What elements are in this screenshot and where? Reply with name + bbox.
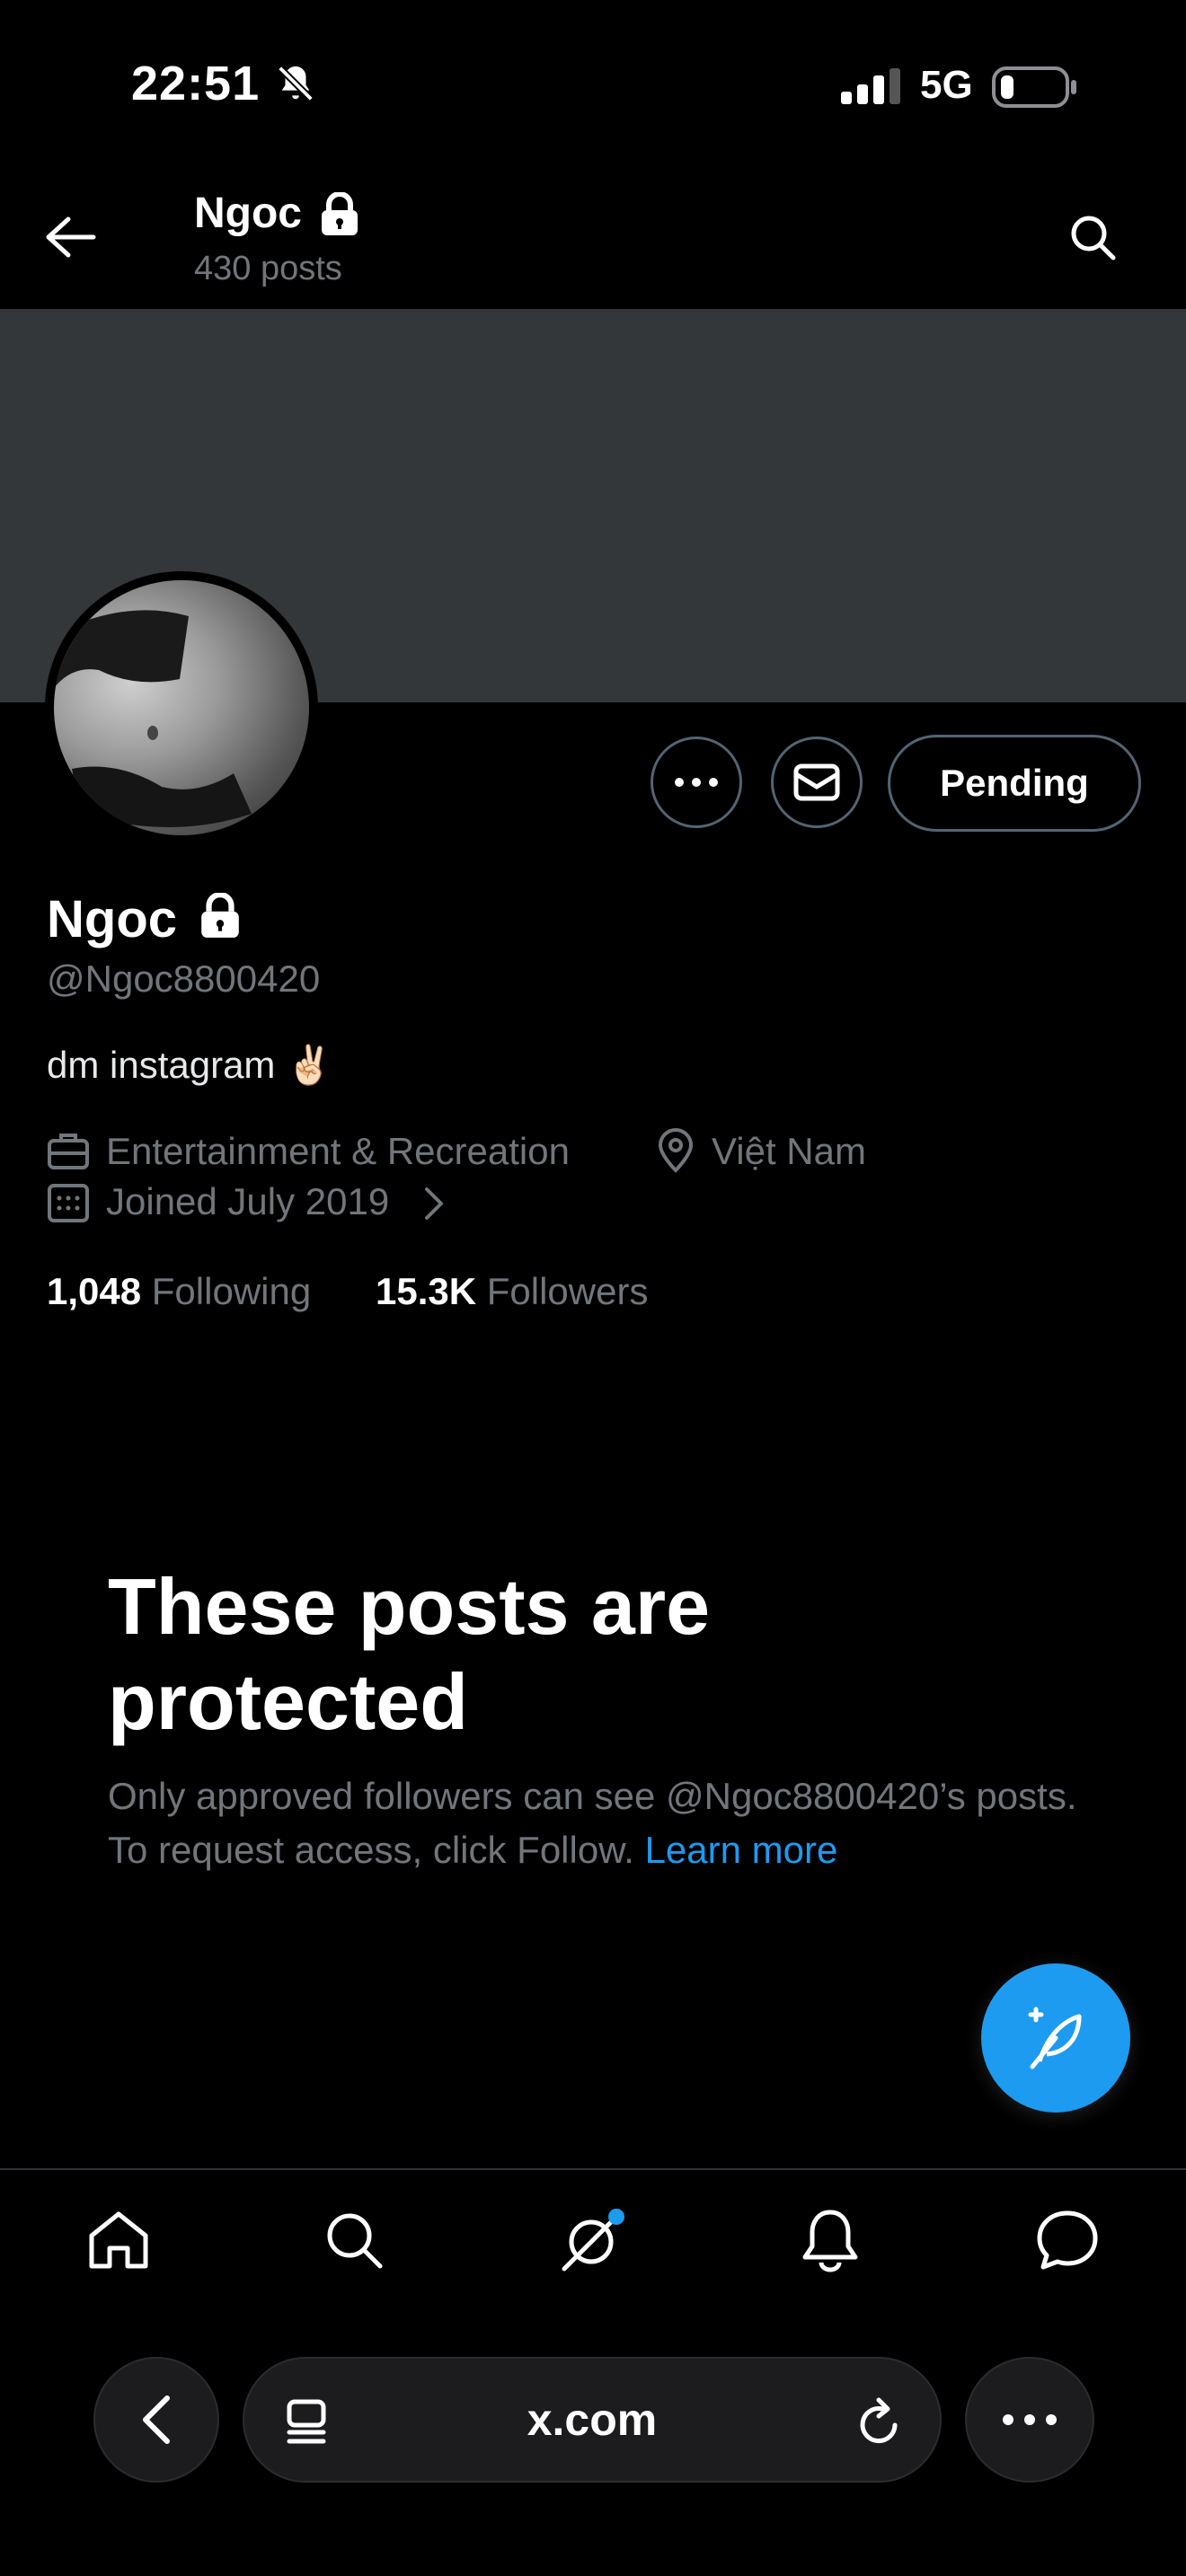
protected-title: These posts are protected [108, 1562, 711, 1746]
header-post-count: 430 posts [194, 250, 342, 287]
grok-icon[interactable] [539, 2186, 647, 2294]
back-chevron-icon [138, 2393, 174, 2447]
search-icon[interactable] [1067, 212, 1118, 262]
profile-joined[interactable]: Joined July 2019 [106, 1180, 389, 1223]
learn-more-link[interactable]: Learn more [645, 1829, 838, 1871]
chevron-right-icon[interactable] [422, 1186, 446, 1222]
profile-location: Việt Nam [712, 1130, 866, 1172]
url-bar[interactable]: x.com [243, 2357, 942, 2483]
more-options-button[interactable] [651, 737, 742, 828]
network-label: 5G [920, 63, 973, 107]
url-text[interactable]: x.com [244, 2359, 940, 2481]
compose-post-button[interactable] [981, 1963, 1130, 2113]
following-count: 1,048 [47, 1270, 142, 1312]
location-pin-icon [656, 1128, 695, 1173]
bell-slash-icon [275, 63, 316, 104]
briefcase-icon [47, 1130, 90, 1171]
calendar-icon [47, 1180, 90, 1223]
pending-button[interactable]: Pending [888, 735, 1141, 832]
avatar[interactable] [54, 580, 309, 835]
back-arrow-icon[interactable] [41, 212, 99, 262]
following-label: Following [151, 1270, 312, 1312]
profile-bio: dm instagram ✌🏻 [47, 1044, 333, 1086]
messages-icon[interactable] [1013, 2186, 1121, 2294]
nav-divider [0, 2168, 1186, 2170]
following-stat[interactable]: 1,048 Following [47, 1270, 311, 1313]
message-icon [793, 763, 840, 801]
followers-count: 15.3K [376, 1270, 477, 1312]
signal-icon [839, 66, 902, 106]
protected-text: Only approved followers can see @Ngoc880… [108, 1775, 1077, 1871]
profile-category: Entertainment & Recreation [106, 1130, 570, 1172]
home-icon[interactable] [65, 2186, 173, 2294]
battery-icon [992, 66, 1078, 108]
profile-name: Ngoc [47, 890, 177, 948]
browser-more-button[interactable] [965, 2357, 1094, 2483]
more-icon [1001, 2413, 1058, 2426]
followers-label: Followers [486, 1270, 649, 1312]
lock-icon [199, 893, 241, 940]
followers-stat[interactable]: 15.3K Followers [376, 1270, 648, 1313]
lock-icon [320, 192, 359, 237]
search-icon[interactable] [300, 2186, 408, 2294]
message-button[interactable] [771, 737, 863, 828]
header-name: Ngoc [194, 190, 302, 237]
browser-back-button[interactable] [93, 2357, 219, 2483]
protected-body: Only approved followers can see @Ngoc880… [108, 1769, 1114, 1877]
more-icon [674, 777, 719, 788]
reload-icon[interactable] [855, 2396, 904, 2447]
status-time: 22:51 [131, 57, 261, 110]
compose-feather-icon [1020, 2002, 1092, 2074]
profile-handle: @Ngoc8800420 [47, 957, 321, 1000]
notifications-icon[interactable] [776, 2186, 884, 2294]
